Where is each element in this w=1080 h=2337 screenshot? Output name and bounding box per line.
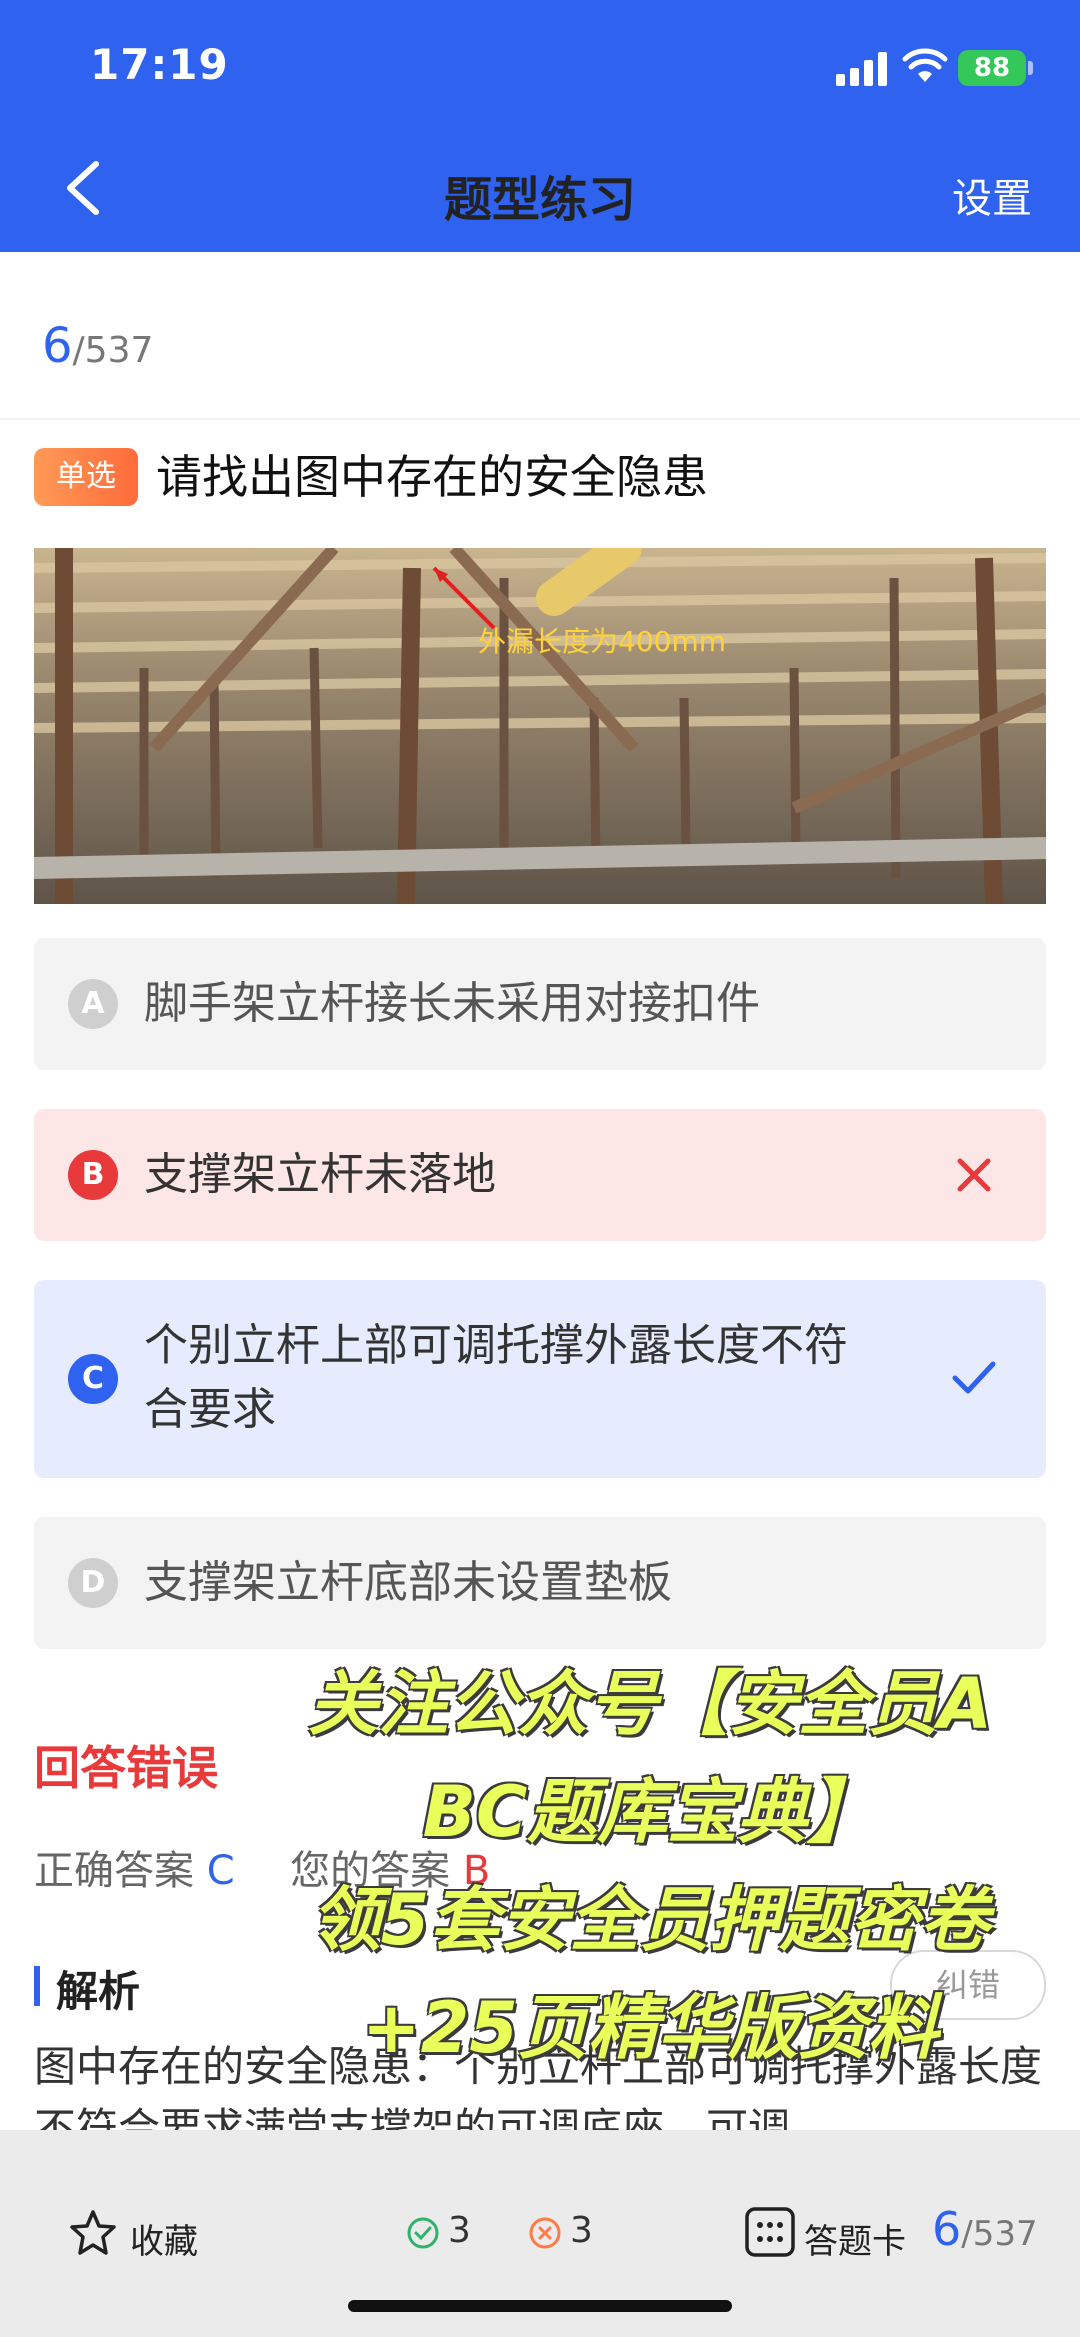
battery-indicator: 88 [958,50,1026,86]
question-progress: 6/537 [42,318,153,374]
bottom-progress: 6/537 [932,2202,1038,2256]
analysis-title: 解析 [56,1967,141,2016]
bottom-progress-current: 6 [932,2202,962,2256]
page-title: 题型练习 [443,172,636,228]
option-c[interactable]: C 个别立杆上部可调托撑外露长度不符 合要求 [34,1280,1046,1478]
home-indicator[interactable] [348,2300,732,2312]
correct-answer-value: C [206,1848,235,1894]
star-icon[interactable] [68,2208,118,2258]
option-a-letter: A [68,979,118,1029]
cellular-signal-icon [836,52,887,86]
correct-count: 3 [448,2210,471,2251]
option-b-text: 支撑架立杆未落地 [144,1149,496,1200]
option-d-text: 支撑架立杆底部未设置垫板 [144,1557,672,1608]
answer-card-button[interactable]: 答题卡 [804,2214,906,2263]
correct-check-icon [952,1361,996,1394]
progress-current: 6 [42,318,73,374]
bottom-progress-total: /537 [961,2214,1038,2254]
wrong-count: 3 [570,2210,593,2251]
correct-answer-label: 正确答案 [34,1848,194,1894]
status-time: 17:19 [90,40,229,89]
option-c-text-line2: 合要求 [144,1384,276,1435]
result-status: 回答错误 [34,1741,218,1795]
question-image[interactable] [34,548,1046,904]
question-type-badge: 单选 [34,448,138,506]
x-circle-icon [529,2217,561,2249]
option-c-text-line1: 个别立杆上部可调托撑外露长度不符 [144,1320,848,1371]
grid-icon[interactable] [744,2206,796,2258]
promo-line-3: 领5套安全员押题密卷 [310,1879,990,1961]
promo-line-4: +25页精华版资料 [361,1987,939,2069]
check-circle-icon [407,2217,439,2249]
analysis-accent-bar [34,1966,40,2006]
progress-total: /537 [72,330,154,371]
wrong-x-icon [957,1158,991,1192]
battery-tip [1028,61,1033,75]
option-a[interactable]: A 脚手架立杆接长未采用对接扣件 [34,938,1046,1070]
divider [0,418,1080,420]
promo-line-1: 关注公众号【安全员A [307,1663,993,1745]
favorite-button[interactable]: 收藏 [130,2214,198,2263]
promo-overlay: 关注公众号【安全员A BC题库宝典】 领5套安全员押题密卷 +25页精华版资料 [250,1650,1050,2082]
wifi-icon [902,48,948,82]
option-a-text: 脚手架立杆接长未采用对接扣件 [144,978,760,1029]
settings-button[interactable]: 设置 [952,166,1032,224]
option-d-letter: D [68,1558,118,1608]
option-c-letter: C [68,1354,118,1404]
option-d[interactable]: D 支撑架立杆底部未设置垫板 [34,1517,1046,1649]
option-b-letter: B [68,1150,118,1200]
image-annotation: 外漏长度为400mm [478,625,726,658]
promo-line-2: BC题库宝典】 [422,1771,878,1853]
option-b[interactable]: B 支撑架立杆未落地 [34,1109,1046,1241]
question-text: 请找出图中存在的安全隐患 [156,450,708,504]
